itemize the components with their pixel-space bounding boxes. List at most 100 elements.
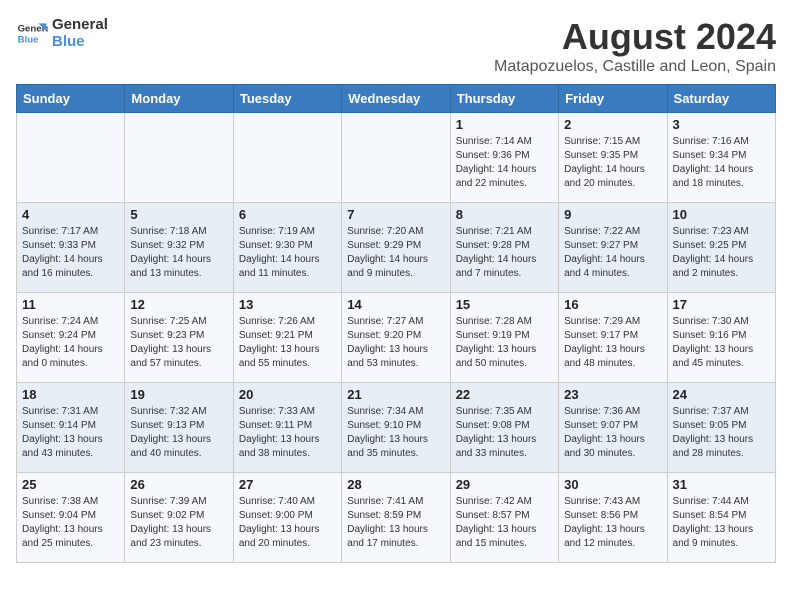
day-number: 5 xyxy=(130,207,227,222)
day-number: 17 xyxy=(673,297,770,312)
day-content: Sunrise: 7:41 AMSunset: 8:59 PMDaylight:… xyxy=(347,495,444,551)
day-cell: 20 Sunrise: 7:33 AMSunset: 9:11 PMDayligh… xyxy=(233,383,341,473)
header-row: SundayMondayTuesdayWednesdayThursdayFrid… xyxy=(17,85,776,113)
day-cell: 16Sunrise: 7:29 AMSunset: 9:17 PMDayligh… xyxy=(559,293,667,383)
day-content: Sunrise: 7:31 AMSunset: 9:14 PMDaylight:… xyxy=(22,405,119,461)
logo-line1: General xyxy=(52,16,108,33)
day-cell: 24 Sunrise: 7:37 AMSunset: 9:05 PMDayligh… xyxy=(667,383,775,473)
day-cell xyxy=(233,113,341,203)
day-content: Sunrise: 7:44 AMSunset: 8:54 PMDaylight:… xyxy=(673,495,770,551)
day-cell: 4Sunrise: 7:17 AMSunset: 9:33 PMDaylight… xyxy=(17,203,125,293)
day-number: 23 xyxy=(564,387,661,402)
day-cell: 6 Sunrise: 7:19 AMSunset: 9:30 PMDaylight… xyxy=(233,203,341,293)
day-content: Sunrise: 7:25 AMSunset: 9:23 PMDaylight:… xyxy=(130,315,227,371)
day-cell xyxy=(17,113,125,203)
calendar-title: August 2024 xyxy=(494,16,776,58)
day-content: Sunrise: 7:17 AMSunset: 9:33 PMDaylight:… xyxy=(22,225,119,281)
day-cell: 29 Sunrise: 7:42 AMSunset: 8:57 PMDayligh… xyxy=(450,473,558,563)
title-section: August 2024 Matapozuelos, Castille and L… xyxy=(494,16,776,76)
day-number: 18 xyxy=(22,387,119,402)
week-row-2: 4Sunrise: 7:17 AMSunset: 9:33 PMDaylight… xyxy=(17,203,776,293)
day-content: Sunrise: 7:19 AMSunset: 9:30 PMDaylight:… xyxy=(239,225,336,281)
day-content: Sunrise: 7:23 AMSunset: 9:25 PMDaylight:… xyxy=(673,225,770,281)
day-cell xyxy=(125,113,233,203)
day-cell: 28 Sunrise: 7:41 AMSunset: 8:59 PMDayligh… xyxy=(342,473,450,563)
column-header-saturday: Saturday xyxy=(667,85,775,113)
day-content: Sunrise: 7:26 AMSunset: 9:21 PMDaylight:… xyxy=(239,315,336,371)
day-number: 24 xyxy=(673,387,770,402)
day-number: 10 xyxy=(673,207,770,222)
column-header-thursday: Thursday xyxy=(450,85,558,113)
logo-icon: General Blue xyxy=(16,17,48,49)
day-number: 15 xyxy=(456,297,553,312)
day-cell: 7 Sunrise: 7:20 AMSunset: 9:29 PMDaylight… xyxy=(342,203,450,293)
day-cell: 11Sunrise: 7:24 AMSunset: 9:24 PMDayligh… xyxy=(17,293,125,383)
day-number: 2 xyxy=(564,117,661,132)
day-content: Sunrise: 7:14 AMSunset: 9:36 PMDaylight:… xyxy=(456,135,553,191)
day-cell: 21 Sunrise: 7:34 AMSunset: 9:10 PMDayligh… xyxy=(342,383,450,473)
day-number: 19 xyxy=(130,387,227,402)
day-cell: 8 Sunrise: 7:21 AMSunset: 9:28 PMDaylight… xyxy=(450,203,558,293)
day-cell: 17Sunrise: 7:30 AMSunset: 9:16 PMDayligh… xyxy=(667,293,775,383)
day-cell: 26 Sunrise: 7:39 AMSunset: 9:02 PMDayligh… xyxy=(125,473,233,563)
column-header-tuesday: Tuesday xyxy=(233,85,341,113)
day-number: 11 xyxy=(22,297,119,312)
day-number: 3 xyxy=(673,117,770,132)
day-cell: 22Sunrise: 7:35 AMSunset: 9:08 PMDayligh… xyxy=(450,383,558,473)
day-number: 30 xyxy=(564,477,661,492)
day-content: Sunrise: 7:34 AMSunset: 9:10 PMDaylight:… xyxy=(347,405,444,461)
day-content: Sunrise: 7:16 AMSunset: 9:34 PMDaylight:… xyxy=(673,135,770,191)
day-number: 13 xyxy=(239,297,336,312)
day-number: 14 xyxy=(347,297,444,312)
day-cell: 31 Sunrise: 7:44 AMSunset: 8:54 PMDayligh… xyxy=(667,473,775,563)
day-cell: 15 Sunrise: 7:28 AMSunset: 9:19 PMDayligh… xyxy=(450,293,558,383)
column-header-monday: Monday xyxy=(125,85,233,113)
day-number: 26 xyxy=(130,477,227,492)
day-content: Sunrise: 7:38 AMSunset: 9:04 PMDaylight:… xyxy=(22,495,119,551)
day-cell: 2Sunrise: 7:15 AMSunset: 9:35 PMDaylight… xyxy=(559,113,667,203)
day-number: 25 xyxy=(22,477,119,492)
day-content: Sunrise: 7:20 AMSunset: 9:29 PMDaylight:… xyxy=(347,225,444,281)
day-cell: 23 Sunrise: 7:36 AMSunset: 9:07 PMDayligh… xyxy=(559,383,667,473)
day-number: 20 xyxy=(239,387,336,402)
day-cell xyxy=(342,113,450,203)
day-content: Sunrise: 7:33 AMSunset: 9:11 PMDaylight:… xyxy=(239,405,336,461)
day-cell: 10 Sunrise: 7:23 AMSunset: 9:25 PMDayligh… xyxy=(667,203,775,293)
day-cell: 9Sunrise: 7:22 AMSunset: 9:27 PMDaylight… xyxy=(559,203,667,293)
day-number: 8 xyxy=(456,207,553,222)
day-cell: 18 Sunrise: 7:31 AMSunset: 9:14 PMDayligh… xyxy=(17,383,125,473)
day-content: Sunrise: 7:18 AMSunset: 9:32 PMDaylight:… xyxy=(130,225,227,281)
day-content: Sunrise: 7:35 AMSunset: 9:08 PMDaylight:… xyxy=(456,405,553,461)
day-content: Sunrise: 7:37 AMSunset: 9:05 PMDaylight:… xyxy=(673,405,770,461)
day-content: Sunrise: 7:22 AMSunset: 9:27 PMDaylight:… xyxy=(564,225,661,281)
column-header-sunday: Sunday xyxy=(17,85,125,113)
day-content: Sunrise: 7:36 AMSunset: 9:07 PMDaylight:… xyxy=(564,405,661,461)
day-cell: 1 Sunrise: 7:14 AMSunset: 9:36 PMDaylight… xyxy=(450,113,558,203)
day-content: Sunrise: 7:42 AMSunset: 8:57 PMDaylight:… xyxy=(456,495,553,551)
day-content: Sunrise: 7:32 AMSunset: 9:13 PMDaylight:… xyxy=(130,405,227,461)
day-number: 1 xyxy=(456,117,553,132)
day-cell: 25 Sunrise: 7:38 AMSunset: 9:04 PMDayligh… xyxy=(17,473,125,563)
week-row-4: 18 Sunrise: 7:31 AMSunset: 9:14 PMDayligh… xyxy=(17,383,776,473)
day-number: 27 xyxy=(239,477,336,492)
day-cell: 19 Sunrise: 7:32 AMSunset: 9:13 PMDayligh… xyxy=(125,383,233,473)
calendar-table: SundayMondayTuesdayWednesdayThursdayFrid… xyxy=(16,84,776,563)
week-row-3: 11Sunrise: 7:24 AMSunset: 9:24 PMDayligh… xyxy=(17,293,776,383)
day-cell: 5 Sunrise: 7:18 AMSunset: 9:32 PMDaylight… xyxy=(125,203,233,293)
day-number: 28 xyxy=(347,477,444,492)
day-number: 6 xyxy=(239,207,336,222)
column-header-wednesday: Wednesday xyxy=(342,85,450,113)
day-number: 7 xyxy=(347,207,444,222)
day-content: Sunrise: 7:39 AMSunset: 9:02 PMDaylight:… xyxy=(130,495,227,551)
day-number: 31 xyxy=(673,477,770,492)
day-cell: 30 Sunrise: 7:43 AMSunset: 8:56 PMDayligh… xyxy=(559,473,667,563)
day-content: Sunrise: 7:43 AMSunset: 8:56 PMDaylight:… xyxy=(564,495,661,551)
day-number: 29 xyxy=(456,477,553,492)
day-content: Sunrise: 7:21 AMSunset: 9:28 PMDaylight:… xyxy=(456,225,553,281)
day-content: Sunrise: 7:28 AMSunset: 9:19 PMDaylight:… xyxy=(456,315,553,371)
day-cell: 13 Sunrise: 7:26 AMSunset: 9:21 PMDayligh… xyxy=(233,293,341,383)
day-cell: 14Sunrise: 7:27 AMSunset: 9:20 PMDayligh… xyxy=(342,293,450,383)
day-number: 21 xyxy=(347,387,444,402)
day-number: 12 xyxy=(130,297,227,312)
logo: General Blue General Blue xyxy=(16,16,108,50)
